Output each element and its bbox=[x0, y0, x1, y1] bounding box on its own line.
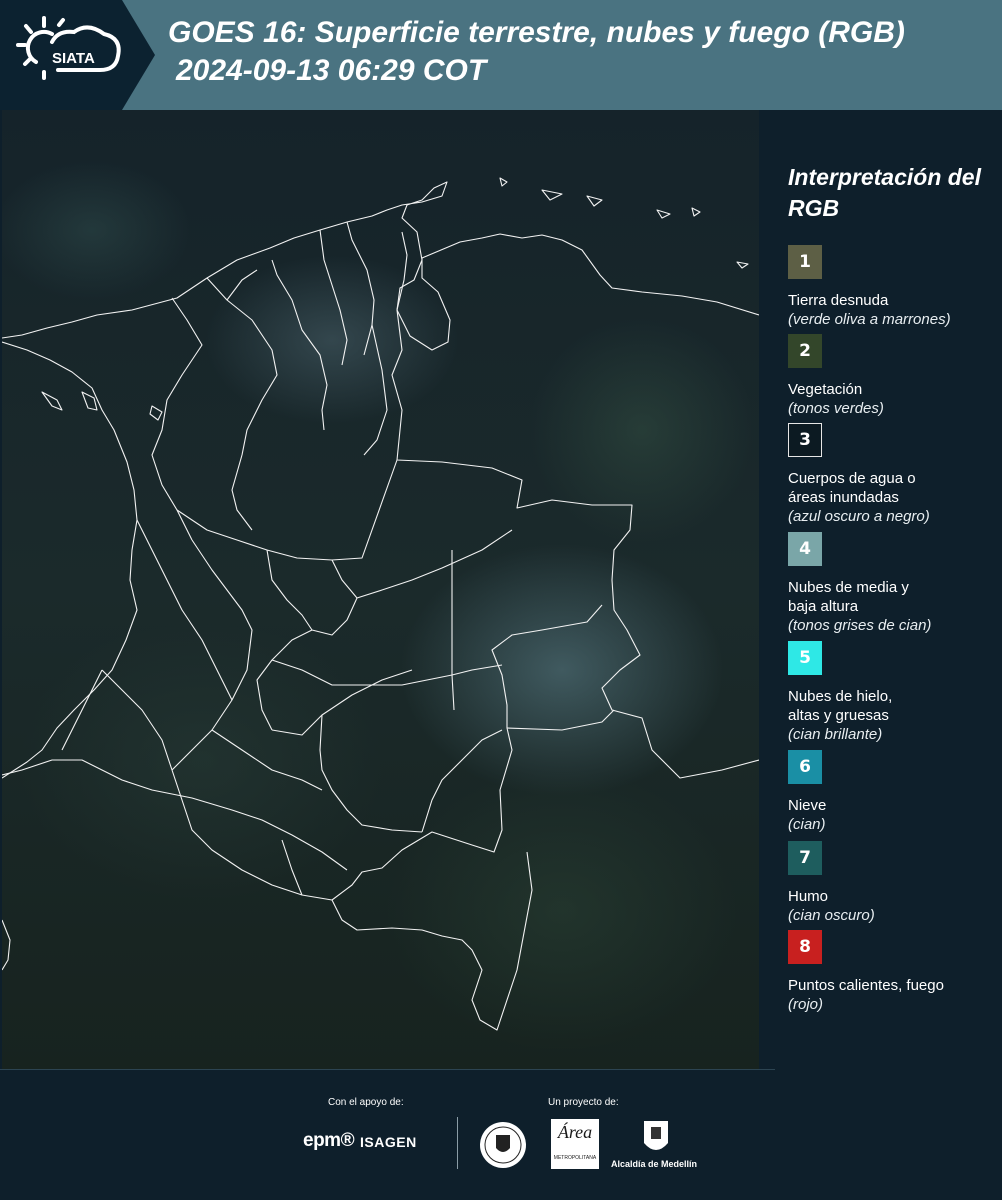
legend-label-5: Nubes de hielo, altas y gruesas bbox=[788, 688, 893, 724]
footer-vertical-divider bbox=[457, 1117, 458, 1169]
legend-label-3: Cuerpos de agua o áreas inundadas bbox=[788, 470, 916, 506]
legend-item-3: 3 Cuerpos de agua o áreas inundadas (azu… bbox=[788, 423, 998, 526]
epm-logo: epm® bbox=[303, 1130, 355, 1151]
footer-divider-line bbox=[0, 1069, 775, 1070]
legend-label-7: Humo bbox=[788, 888, 829, 905]
legend-item-2: 2 Vegetación (tonos verdes) bbox=[788, 334, 998, 418]
caribbean-coastline bbox=[2, 181, 759, 351]
area-logo-subtext: METROPOLITANA bbox=[553, 1155, 597, 1161]
legend-sub-4: (tonos grises de cian) bbox=[788, 617, 932, 634]
legend-label-4: Nubes de media y baja altura bbox=[788, 579, 909, 615]
legend-sub-6: (cian) bbox=[788, 816, 826, 833]
isagen-logo: ISAGEN bbox=[360, 1134, 417, 1150]
alcaldia-logo-text: Alcaldía de Medellín bbox=[611, 1159, 698, 1169]
legend-swatch-1: 1 bbox=[788, 245, 822, 279]
siata-logo-text: SIATA bbox=[52, 50, 95, 67]
legend-sub-7: (cian oscuro) bbox=[788, 907, 875, 924]
rgb-legend: Interpretación del RGB 1 Tierra desnuda … bbox=[768, 110, 1002, 1070]
legend-swatch-2: 2 bbox=[788, 334, 822, 368]
legend-swatch-6: 6 bbox=[788, 750, 822, 784]
legend-sub-5: (cian brillante) bbox=[788, 726, 883, 743]
legend-item-1: 1 Tierra desnuda (verde oliva a marrones… bbox=[788, 245, 998, 329]
legend-label-1: Tierra desnuda bbox=[788, 292, 889, 309]
title-line-1: GOES 16: Superficie terrestre, nubes y f… bbox=[168, 16, 905, 49]
sun-cloud-icon: SIATA bbox=[16, 16, 121, 80]
legend-item-8: 8 Puntos calientes, fuego (rojo) bbox=[788, 930, 998, 1014]
legend-item-7: 7 Humo (cian oscuro) bbox=[788, 841, 998, 925]
pacific-coastline bbox=[2, 341, 138, 779]
legend-item-6: 6 Nieve (cian) bbox=[788, 750, 998, 834]
legend-swatch-7: 7 bbox=[788, 841, 822, 875]
legend-label-2: Vegetación bbox=[788, 381, 863, 398]
legend-sub-3: (azul oscuro a negro) bbox=[788, 508, 930, 525]
legend-label-6: Nieve bbox=[788, 797, 827, 814]
legend-swatch-4: 4 bbox=[788, 532, 822, 566]
legend-sub-8: (rojo) bbox=[788, 996, 824, 1013]
siata-logo: SIATA bbox=[0, 0, 155, 110]
legend-sub-2: (tonos verdes) bbox=[788, 400, 884, 417]
satellite-map[interactable] bbox=[2, 110, 759, 1070]
medellin-shield-icon bbox=[644, 1121, 668, 1150]
legend-label-8: Puntos calientes, fuego bbox=[788, 977, 944, 994]
legend-sub-1: (verde oliva a marrones) bbox=[788, 311, 951, 328]
title-line-2: 2024-09-13 06:29 COT bbox=[176, 54, 487, 87]
legend-item-4: 4 Nubes de media y baja altura (tonos gr… bbox=[788, 532, 998, 635]
legend-swatch-5: 5 bbox=[788, 641, 822, 675]
project-label: Un proyecto de: bbox=[548, 1097, 619, 1108]
page-title: GOES 16: Superficie terrestre, nubes y f… bbox=[168, 14, 905, 90]
university-seal-icon bbox=[480, 1122, 526, 1168]
legend-swatch-8: 8 bbox=[788, 930, 822, 964]
border-overlay bbox=[2, 177, 759, 1031]
area-logo-word: Área bbox=[557, 1122, 593, 1142]
legend-item-5: 5 Nubes de hielo, altas y gruesas (cian … bbox=[788, 641, 998, 744]
support-label: Con el apoyo de: bbox=[328, 1097, 404, 1108]
legend-title: Interpretación del RGB bbox=[788, 164, 981, 221]
header-bar: SIATA GOES 16: Superficie terrestre, nub… bbox=[0, 0, 1002, 110]
legend-swatch-3: 3 bbox=[788, 423, 822, 457]
